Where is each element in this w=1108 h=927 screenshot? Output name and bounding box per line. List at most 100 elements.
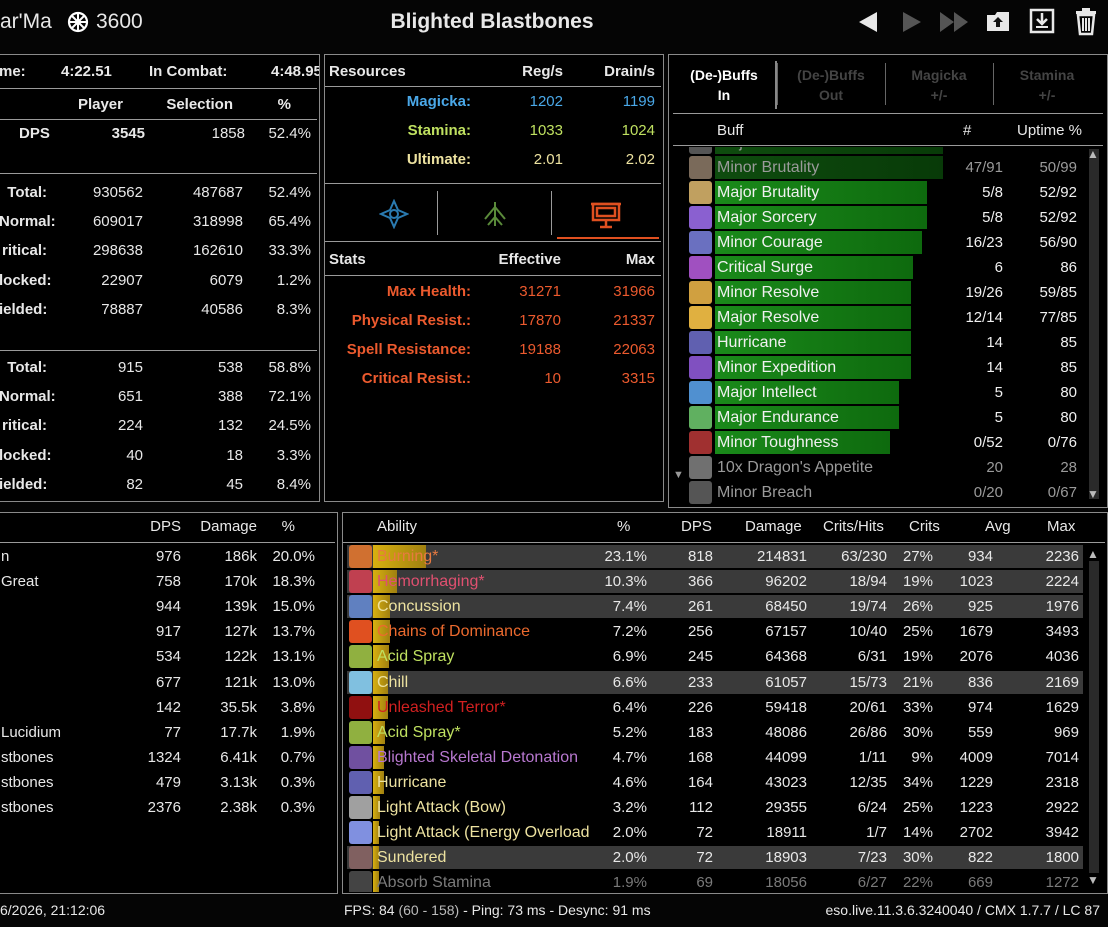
ability-ch: 6/24 xyxy=(857,799,887,816)
ability-ch: 20/61 xyxy=(849,698,887,716)
ability-row[interactable]: Acid Spray 6.9% 245 64368 6/31 19% 2076 4036 xyxy=(347,644,1083,669)
target-row[interactable]: 677 121k 13.0% xyxy=(0,670,337,695)
ability-list[interactable]: Burning* 23.1% 818 214831 63/230 27% 934 2236 He… xyxy=(347,544,1083,892)
target-damage: 139k xyxy=(224,598,257,616)
buff-row[interactable]: Minor Courage 16/23 56/90 xyxy=(669,230,1085,255)
upload-icon[interactable] xyxy=(984,7,1012,35)
target-row[interactable]: 917 127k 13.7% xyxy=(0,619,337,644)
next-fight-icon[interactable] xyxy=(900,10,924,34)
champion-points-value: 3600 xyxy=(96,10,143,33)
buff-row[interactable]: Major Resolve 12/14 77/85 xyxy=(669,305,1085,330)
buff-row[interactable]: Major Intellect 5 80 xyxy=(669,380,1085,405)
target-row[interactable]: 142 35.5k 3.8% xyxy=(0,695,337,720)
target-row[interactable]: stbones 2376 2.38k 0.3% xyxy=(0,795,337,820)
buff-row[interactable]: 10x Dragon's Appetite 20 28 xyxy=(669,455,1085,480)
prev-fight-icon[interactable] xyxy=(856,10,880,34)
buff-tab[interactable]: Stamina +/- xyxy=(995,61,1099,109)
ability-row[interactable]: Unleashed Terror* 6.4% 226 59418 20/61 33% 974… xyxy=(347,695,1083,720)
delete-icon[interactable] xyxy=(1072,6,1100,36)
buff-uptime: 86 xyxy=(1060,259,1077,276)
ability-scroll-up-icon[interactable]: ▲ xyxy=(1087,547,1099,561)
buff-uptime: 77/85 xyxy=(1039,309,1077,326)
col-target-dps: DPS xyxy=(150,518,181,535)
ability-icon xyxy=(349,695,372,719)
ability-scroll-down-icon[interactable]: ▼ xyxy=(1087,873,1099,887)
ability-icon xyxy=(349,620,372,644)
fight-time-label: me: xyxy=(0,63,26,80)
ability-crits: 9% xyxy=(911,748,933,766)
buff-name: Minor Toughness xyxy=(717,434,839,451)
stat-effective: 19188 xyxy=(519,341,561,358)
buff-row[interactable]: Major Sorcery 5/8 52/92 xyxy=(669,205,1085,230)
buff-tab[interactable]: (De-)Buffs In xyxy=(673,61,777,109)
buff-row[interactable]: Minor Toughness 0/52 0/76 xyxy=(669,430,1085,455)
buff-tab[interactable]: (De-)Buffs Out xyxy=(779,61,883,109)
target-row[interactable]: n 976 186k 20.0% xyxy=(0,544,337,569)
target-dps: 677 xyxy=(155,673,181,691)
ability-dps: 256 xyxy=(687,623,713,641)
ability-row[interactable]: Burning* 23.1% 818 214831 63/230 27% 934 2236 xyxy=(347,544,1083,569)
ability-avg: 925 xyxy=(967,598,993,616)
buff-row[interactable]: Minor Breach 0/20 0/67 xyxy=(669,480,1085,505)
target-pct: 1.9% xyxy=(280,723,315,741)
buff-name: Major Intellect xyxy=(717,384,817,401)
target-damage: 122k xyxy=(224,648,257,666)
ability-row[interactable]: Chill 6.6% 233 61057 15/73 21% 836 2169 xyxy=(347,670,1083,695)
target-row[interactable]: 534 122k 13.1% xyxy=(0,644,337,669)
target-row[interactable]: Great 758 170k 18.3% xyxy=(0,569,337,594)
buff-row[interactable]: Minor Resolve 19/26 59/85 xyxy=(669,280,1085,305)
ability-max: 2922 xyxy=(1045,799,1079,816)
buff-row[interactable]: Hurricane 14 85 xyxy=(669,330,1085,355)
buff-row[interactable]: Major Fortitude 13/18 34/99 xyxy=(669,147,1085,155)
damage-summary-panel: me: 4:22.51 In Combat: 4:48.95 Player Se… xyxy=(0,54,320,502)
ability-name: Absorb Stamina xyxy=(377,874,491,892)
ability-scrollbar[interactable] xyxy=(1089,561,1099,873)
buff-scroll-thumb[interactable]: ▼ xyxy=(673,469,684,481)
ability-crits: 30% xyxy=(902,723,933,741)
ability-row[interactable]: Chains of Dominance 7.2% 256 67157 10/40 25% 1… xyxy=(347,619,1083,644)
ability-row[interactable]: Light Attack (Energy Overload 2.0% 72 18911… xyxy=(347,820,1083,845)
buff-row[interactable]: Minor Brutality 47/91 50/99 xyxy=(669,155,1085,180)
buff-tab[interactable]: Magicka +/- xyxy=(887,61,991,109)
buff-list[interactable]: Major Fortitude13/1834/99Minor Brutality… xyxy=(669,147,1085,507)
buff-row[interactable]: Major Brutality 5/8 52/92 xyxy=(669,180,1085,205)
buff-row[interactable]: Critical Surge 6 86 xyxy=(669,255,1085,280)
ability-row[interactable]: Blighted Skeletal Detonation 4.7% 168 44099… xyxy=(347,745,1083,770)
buff-row[interactable]: Minor Expedition 14 85 xyxy=(669,355,1085,380)
target-pct: 15.0% xyxy=(272,598,315,616)
ability-row[interactable]: Absorb Stamina 1.9% 69 18056 6/27 22% 669 1272 xyxy=(347,870,1083,892)
target-dps: 142 xyxy=(155,698,181,716)
target-row[interactable]: stbones 1324 6.41k 0.7% xyxy=(0,745,337,770)
stat-tab-resist[interactable] xyxy=(557,191,659,241)
buff-scroll-up-icon[interactable]: ▲ xyxy=(1087,147,1099,161)
buff-scrollbar[interactable] xyxy=(1089,149,1099,499)
ability-row[interactable]: Hurricane 4.6% 164 43023 12/35 34% 1229 2318 xyxy=(347,770,1083,795)
col-target-damage: Damage xyxy=(200,518,257,535)
stat-tab-magicka[interactable] xyxy=(347,193,437,239)
summary-selection-value: 538 xyxy=(217,359,243,376)
summary-selection-value: 487687 xyxy=(192,184,243,201)
buff-scroll-down-icon[interactable]: ▼ xyxy=(1087,487,1099,501)
target-row[interactable]: 944 139k 15.0% xyxy=(0,594,337,619)
buff-name: Major Sorcery xyxy=(717,209,817,226)
buff-name: 10x Dragon's Appetite xyxy=(717,459,874,476)
save-icon[interactable] xyxy=(1028,7,1056,35)
ability-row[interactable]: Hemorrhaging* 10.3% 366 96202 18/94 19% 1023 22… xyxy=(347,569,1083,594)
resource-reg: 1202 xyxy=(529,93,563,110)
resource-drain: 1199 xyxy=(622,93,655,110)
ability-crits: 34% xyxy=(902,773,933,791)
stat-tab-stamina[interactable] xyxy=(447,193,543,239)
ability-row[interactable]: Acid Spray* 5.2% 183 48086 26/86 30% 559 969 xyxy=(347,720,1083,745)
buff-row[interactable]: Major Endurance 5 80 xyxy=(669,405,1085,430)
buff-icon xyxy=(689,381,712,404)
summary-pct-value: 65.4% xyxy=(268,213,311,231)
last-fight-icon[interactable] xyxy=(938,10,972,34)
ability-row[interactable]: Light Attack (Bow) 3.2% 112 29355 6/24 25% 122… xyxy=(347,795,1083,820)
ability-row[interactable]: Concussion 7.4% 261 68450 19/74 26% 925 1976 xyxy=(347,594,1083,619)
target-row[interactable]: Lucidium 77 17.7k 1.9% xyxy=(0,720,337,745)
ability-row[interactable]: Sundered 2.0% 72 18903 7/23 30% 822 1800 xyxy=(347,845,1083,870)
ability-name: Light Attack (Energy Overload xyxy=(377,824,590,842)
resource-reg: 2.01 xyxy=(533,151,563,168)
summary-row-label: Total: xyxy=(7,359,47,376)
target-row[interactable]: stbones 479 3.13k 0.3% xyxy=(0,770,337,795)
